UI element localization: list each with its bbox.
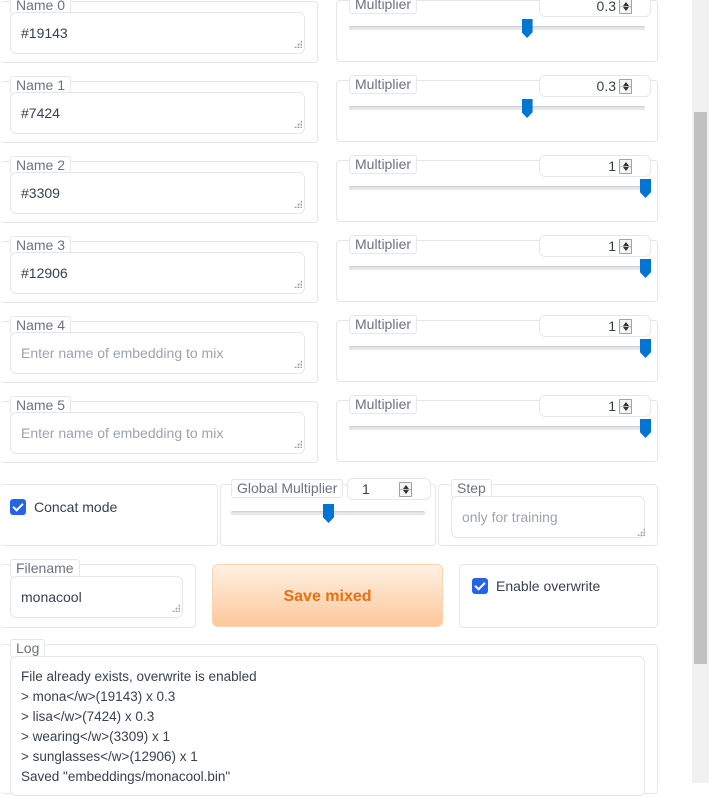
multiplier-panel-3: Multiplier 1 [336, 235, 658, 302]
name-input[interactable]: Enter name of embedding to mix [10, 412, 305, 454]
name-input[interactable]: #3309 [10, 172, 305, 214]
save-mixed-button[interactable]: Save mixed [212, 564, 443, 627]
step-panel: Step only for training [438, 479, 658, 546]
multiplier-slider-thumb[interactable] [521, 99, 533, 118]
multiplier-slider-track[interactable] [349, 346, 645, 350]
filename-panel: Filename monacool [0, 559, 196, 628]
name-input[interactable]: #19143 [10, 12, 305, 54]
scrollbar-thumb[interactable] [694, 112, 707, 664]
multiplier-slider-thumb[interactable] [640, 259, 651, 278]
main-area: Name 0 #19143 Multiplier 0.3 Name 1 #7424 Mult… [0, 0, 676, 796]
multiplier-panel-4: Multiplier 1 [336, 315, 658, 382]
multiplier-label: Multiplier [349, 315, 418, 334]
global-multiplier-panel: Global Multiplier 1 [220, 478, 436, 546]
multiplier-panel-0: Multiplier 0.3 [336, 0, 658, 62]
concat-panel: Concat mode [0, 484, 218, 546]
multiplier-panel-5: Multiplier 1 [336, 395, 658, 462]
multiplier-slider-track[interactable] [349, 186, 645, 190]
name-panel-1: Name 1 #7424 [0, 76, 318, 143]
multiplier-slider-thumb[interactable] [521, 19, 533, 38]
multiplier-input[interactable]: 1 [539, 235, 651, 257]
log-output[interactable]: File already exists, overwrite is enable… [10, 656, 645, 796]
multiplier-panel-1: Multiplier 0.3 [336, 75, 658, 142]
multiplier-slider-thumb[interactable] [640, 339, 651, 358]
global-multiplier-label: Global Multiplier [231, 479, 344, 498]
name-panel-3: Name 3 #12906 [0, 236, 318, 303]
enable-overwrite-checkbox[interactable] [472, 578, 488, 594]
multiplier-slider-track[interactable] [349, 26, 645, 30]
multiplier-label: Multiplier [349, 155, 418, 174]
step-input[interactable]: only for training [451, 496, 645, 538]
log-line: > sunglasses</w>(12906) x 1 [21, 749, 198, 764]
multiplier-slider-thumb[interactable] [640, 419, 651, 438]
multiplier-label: Multiplier [349, 395, 418, 414]
log-line: File already exists, overwrite is enable… [21, 669, 257, 684]
multiplier-spinner[interactable] [619, 319, 632, 334]
global-multiplier-input[interactable]: 1 [347, 478, 431, 500]
global-multiplier-spinner[interactable] [399, 482, 412, 497]
multiplier-label: Multiplier [349, 0, 418, 14]
log-line: > mona</w>(19143) x 0.3 [21, 689, 176, 704]
log-line: > lisa</w>(7424) x 0.3 [21, 709, 155, 724]
name-panel-2: Name 2 #3309 [0, 156, 318, 223]
multiplier-input[interactable]: 0.3 [539, 0, 651, 17]
multiplier-spinner[interactable] [619, 79, 632, 94]
multiplier-input[interactable]: 0.3 [539, 75, 651, 97]
concat-mode-checkbox[interactable] [10, 499, 26, 515]
global-multiplier-slider-thumb[interactable] [323, 504, 334, 523]
name-panel-0: Name 0 #19143 [0, 0, 318, 63]
multiplier-slider-track[interactable] [349, 426, 645, 430]
name-input[interactable]: Enter name of embedding to mix [10, 332, 305, 374]
log-panel: Log File already exists, overwrite is en… [0, 639, 658, 796]
multiplier-spinner[interactable] [619, 0, 632, 14]
multiplier-label: Multiplier [349, 75, 418, 94]
log-line: > wearing</w>(3309) x 1 [21, 729, 170, 744]
name-input[interactable]: #12906 [10, 252, 305, 294]
multiplier-input[interactable]: 1 [539, 395, 651, 417]
multiplier-slider-track[interactable] [349, 106, 645, 110]
multiplier-spinner[interactable] [619, 159, 632, 174]
enable-overwrite-label: Enable overwrite [496, 578, 601, 594]
log-line: Saved "embeddings/monacool.bin" [21, 769, 231, 784]
multiplier-slider-thumb[interactable] [640, 179, 651, 198]
multiplier-spinner[interactable] [619, 239, 632, 254]
multiplier-label: Multiplier [349, 235, 418, 254]
multiplier-panel-2: Multiplier 1 [336, 155, 658, 222]
multiplier-spinner[interactable] [619, 399, 632, 414]
multiplier-input[interactable]: 1 [539, 155, 651, 177]
name-panel-4: Name 4 Enter name of embedding to mix [0, 316, 318, 383]
name-panel-5: Name 5 Enter name of embedding to mix [0, 396, 318, 463]
overwrite-panel: Enable overwrite [459, 564, 658, 628]
concat-mode-label: Concat mode [34, 499, 118, 515]
name-input[interactable]: #7424 [10, 92, 305, 134]
filename-input[interactable]: monacool [10, 576, 183, 618]
multiplier-slider-track[interactable] [349, 266, 645, 270]
multiplier-input[interactable]: 1 [539, 315, 651, 337]
